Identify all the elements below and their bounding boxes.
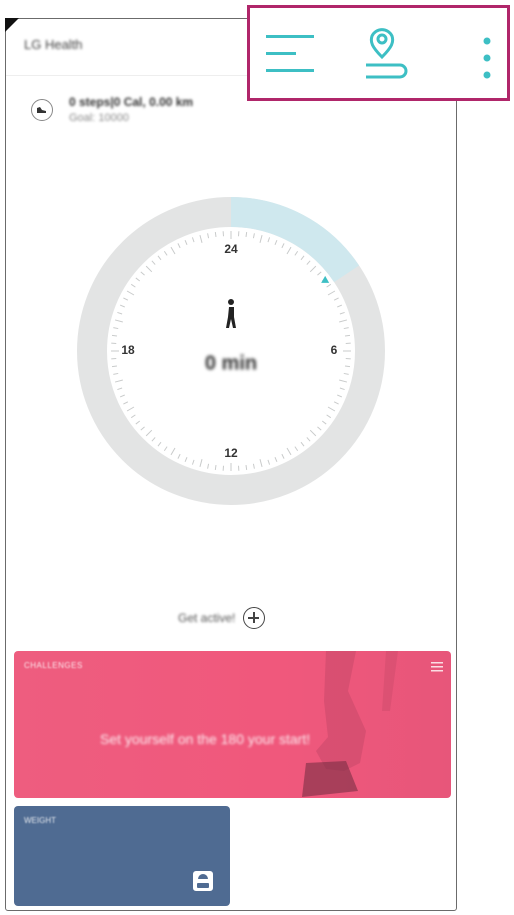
dial-label-left: 18 [121, 343, 135, 357]
list-icon[interactable] [264, 32, 316, 81]
weight-card-title: WEIGHT [24, 816, 56, 825]
challenge-card-title: CHALLENGES [24, 661, 83, 670]
runner-silhouette-icon [302, 651, 398, 797]
dial-label-top: 24 [224, 242, 238, 256]
toolbar-highlight [247, 5, 510, 101]
dial-progress-arc [230, 197, 360, 283]
dial-marker [321, 275, 330, 283]
summary-goal: Goal: 10000 [69, 112, 129, 124]
summary-stats: 0 steps|0 Cal, 0.00 km [69, 95, 194, 109]
shoe-icon [31, 99, 53, 121]
corner-marker [5, 18, 19, 32]
more-vert-icon[interactable] [482, 36, 492, 91]
dial-label-right: 6 [330, 343, 338, 357]
dial-ticks [111, 231, 351, 471]
walking-person-icon [222, 298, 240, 335]
get-active-button[interactable]: Get active! [178, 605, 266, 631]
challenge-card-text: Set yourself on the 180 your start! [100, 731, 311, 747]
active-minutes-value: 0 min [204, 352, 258, 375]
weight-card[interactable]: WEIGHT [14, 806, 230, 906]
map-route-icon[interactable] [360, 27, 420, 92]
app-title: LG Health [24, 37, 83, 52]
get-active-label: Get active! [178, 611, 236, 625]
dial-label-bottom: 12 [224, 446, 238, 460]
challenge-card[interactable]: CHALLENGES Set yourself on the 180 your … [14, 651, 451, 798]
scale-icon [192, 870, 214, 897]
card-menu-icon[interactable] [431, 659, 443, 677]
add-icon [243, 607, 266, 629]
